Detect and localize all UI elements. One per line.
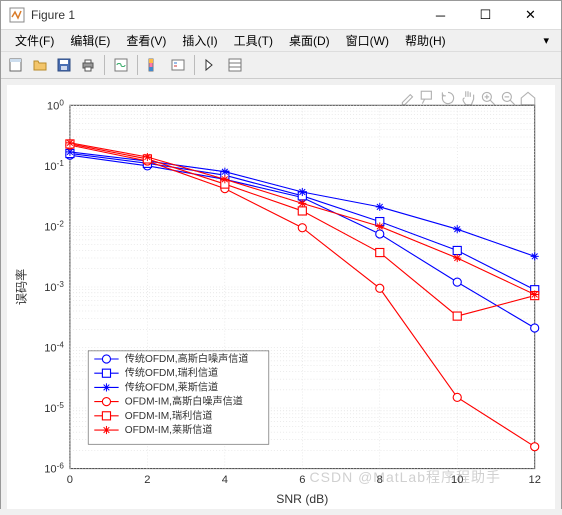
insert-legend-icon[interactable] — [167, 54, 189, 76]
svg-text:2: 2 — [144, 474, 150, 486]
svg-text:传统OFDM,莱斯信道: 传统OFDM,莱斯信道 — [125, 380, 218, 393]
svg-text:8: 8 — [377, 474, 383, 486]
close-button[interactable]: ✕ — [508, 1, 553, 29]
svg-text:OFDM-IM,莱斯信道: OFDM-IM,莱斯信道 — [125, 423, 213, 436]
svg-text:10: 10 — [451, 474, 463, 486]
menu-help[interactable]: 帮助(H) — [397, 30, 454, 51]
menu-tools[interactable]: 工具(T) — [226, 30, 281, 51]
svg-text:12: 12 — [528, 474, 540, 486]
open-icon[interactable] — [29, 54, 51, 76]
svg-text:误码率: 误码率 — [13, 269, 28, 305]
menu-overflow-icon[interactable]: ▾ — [537, 34, 555, 47]
open-property-inspector-icon[interactable] — [224, 54, 246, 76]
print-icon[interactable] — [77, 54, 99, 76]
restore-view-icon[interactable] — [519, 89, 537, 107]
svg-text:4: 4 — [222, 474, 228, 486]
menu-bar: 文件(F) 编辑(E) 查看(V) 插入(I) 工具(T) 桌面(D) 窗口(W… — [1, 30, 561, 52]
maximize-button[interactable]: ☐ — [463, 1, 508, 29]
data-tips-icon[interactable] — [419, 89, 437, 107]
toolbar-separator — [104, 55, 105, 75]
svg-text:10-2: 10-2 — [44, 219, 64, 234]
svg-text:0: 0 — [67, 474, 73, 486]
menu-desktop[interactable]: 桌面(D) — [281, 30, 338, 51]
new-figure-icon[interactable] — [5, 54, 27, 76]
menu-edit[interactable]: 编辑(E) — [62, 30, 118, 51]
plot-container: 0 2 4 6 8 10 12 10-6 10-5 10-4 10-3 10-2 10-1 100 SNR … — [1, 79, 561, 515]
svg-text:传统OFDM,高斯白噪声信道: 传统OFDM,高斯白噪声信道 — [125, 352, 249, 365]
svg-text:6: 6 — [299, 474, 305, 486]
figure-window: Figure 1 ─ ☐ ✕ 文件(F) 编辑(E) 查看(V) 插入(I) 工… — [0, 0, 562, 509]
insert-colorbar-icon[interactable] — [143, 54, 165, 76]
menu-window[interactable]: 窗口(W) — [338, 30, 397, 51]
axes-toolbar — [399, 89, 537, 107]
svg-text:传统OFDM,瑞利信道: 传统OFDM,瑞利信道 — [125, 366, 218, 379]
toolbar-separator — [194, 55, 195, 75]
window-title: Figure 1 — [31, 8, 418, 22]
toolbar — [1, 52, 561, 79]
svg-text:SNR (dB): SNR (dB) — [276, 492, 328, 506]
minimize-button[interactable]: ─ — [418, 1, 463, 29]
svg-text:10-6: 10-6 — [44, 461, 64, 476]
axes[interactable]: 0 2 4 6 8 10 12 10-6 10-5 10-4 10-3 10-2 10-1 100 SNR … — [7, 85, 555, 509]
zoom-in-icon[interactable] — [479, 89, 497, 107]
toolbar-separator — [137, 55, 138, 75]
svg-text:100: 100 — [47, 98, 64, 113]
title-bar: Figure 1 ─ ☐ ✕ — [1, 1, 561, 30]
brush-icon[interactable] — [399, 89, 417, 107]
save-icon[interactable] — [53, 54, 75, 76]
svg-text:10-1: 10-1 — [44, 158, 64, 173]
rotate-icon[interactable] — [439, 89, 457, 107]
svg-text:10-4: 10-4 — [44, 340, 64, 355]
link-plot-icon[interactable] — [110, 54, 132, 76]
svg-text:10-5: 10-5 — [44, 401, 64, 416]
pan-icon[interactable] — [459, 89, 477, 107]
zoom-out-icon[interactable] — [499, 89, 517, 107]
menu-insert[interactable]: 插入(I) — [174, 30, 225, 51]
svg-text:OFDM-IM,瑞利信道: OFDM-IM,瑞利信道 — [125, 409, 213, 422]
menu-file[interactable]: 文件(F) — [7, 30, 62, 51]
svg-text:OFDM-IM,高斯白噪声信道: OFDM-IM,高斯白噪声信道 — [125, 395, 243, 408]
menu-view[interactable]: 查看(V) — [118, 30, 174, 51]
svg-text:10-3: 10-3 — [44, 280, 64, 295]
matlab-figure-icon — [9, 7, 25, 23]
edit-plot-icon[interactable] — [200, 54, 222, 76]
